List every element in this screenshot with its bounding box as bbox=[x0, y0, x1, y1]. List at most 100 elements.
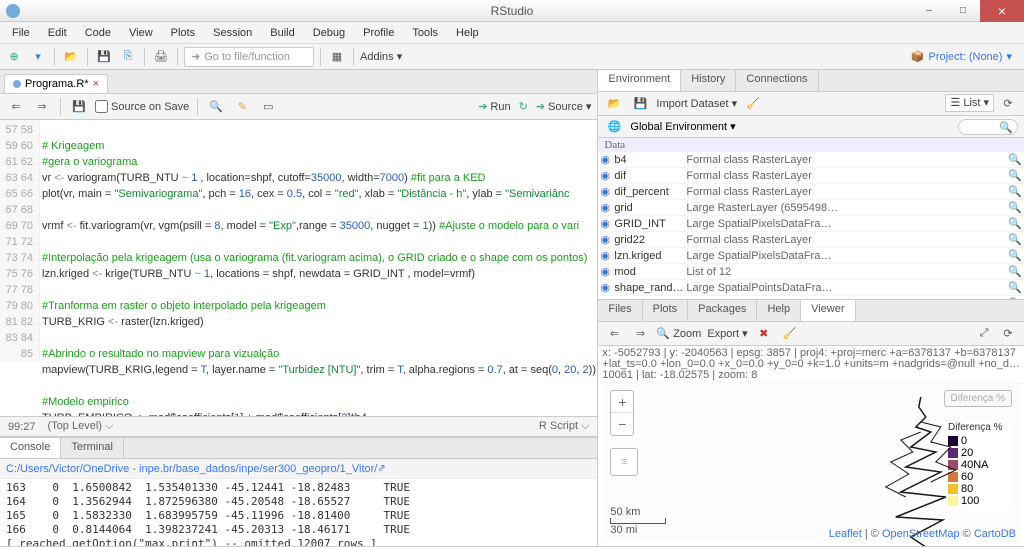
load-workspace-icon[interactable]: 📂 bbox=[604, 94, 624, 114]
close-button[interactable]: × bbox=[980, 0, 1024, 22]
env-view-mode[interactable]: ☰ List ▾ bbox=[945, 94, 994, 112]
menu-tools[interactable]: Tools bbox=[404, 25, 446, 41]
wand-icon[interactable]: ✎ bbox=[232, 97, 252, 117]
inspect-icon[interactable]: 🔍 bbox=[1008, 249, 1022, 262]
menu-code[interactable]: Code bbox=[77, 25, 119, 41]
viewer-tab-packages[interactable]: Packages bbox=[688, 300, 757, 321]
env-tab-connections[interactable]: Connections bbox=[736, 70, 818, 91]
expand-icon[interactable]: ◉ bbox=[600, 297, 614, 299]
inspect-icon[interactable]: 🔍 bbox=[1008, 233, 1022, 246]
clear-env-icon[interactable]: 🧹 bbox=[743, 94, 763, 114]
new-file-icon[interactable]: ⊕ bbox=[4, 47, 24, 67]
expand-icon[interactable]: ◉ bbox=[600, 281, 614, 294]
env-tab-environment[interactable]: Environment bbox=[598, 70, 681, 91]
addins-menu[interactable]: Addins ▾ bbox=[360, 50, 402, 63]
viewer-tab-files[interactable]: Files bbox=[598, 300, 642, 321]
open-file-icon[interactable]: 📂 bbox=[61, 47, 81, 67]
viewer-forward-icon[interactable]: ⇒ bbox=[630, 324, 650, 344]
menu-help[interactable]: Help bbox=[448, 25, 487, 41]
source-button[interactable]: ➔Source ▾ bbox=[536, 100, 592, 113]
inspect-icon[interactable]: 🔍 bbox=[1008, 265, 1022, 278]
map-canvas[interactable]: + − ≡ Diferença % Diferença % 02040NA608… bbox=[602, 382, 1020, 542]
menu-build[interactable]: Build bbox=[262, 25, 302, 41]
scope-selector[interactable]: (Top Level) ⌵ bbox=[48, 420, 114, 433]
menu-plots[interactable]: Plots bbox=[163, 25, 203, 41]
menu-view[interactable]: View bbox=[121, 25, 161, 41]
env-row[interactable]: ◉b4Formal class RasterLayer🔍 bbox=[598, 152, 1024, 168]
env-row[interactable]: ◉shpFormal class SpatialPoints…🔍 bbox=[598, 296, 1024, 299]
env-scope-select[interactable]: Global Environment ▾ bbox=[630, 120, 735, 133]
env-row[interactable]: ◉dif_percentFormal class RasterLayer🔍 bbox=[598, 184, 1024, 200]
env-list[interactable]: Data ◉b4Formal class RasterLayer🔍◉difFor… bbox=[598, 138, 1024, 299]
minimize-button[interactable]: – bbox=[912, 0, 946, 22]
viewer-back-icon[interactable]: ⇐ bbox=[604, 324, 624, 344]
map-layers-button[interactable]: ≡ bbox=[610, 448, 638, 476]
remove-viewer-icon[interactable]: ✖ bbox=[754, 324, 774, 344]
expand-icon[interactable]: ◉ bbox=[600, 217, 614, 230]
new-project-icon[interactable]: ▾ bbox=[28, 47, 48, 67]
language-indicator[interactable]: R Script ⌵ bbox=[539, 420, 590, 433]
forward-icon[interactable]: ⇒ bbox=[32, 97, 52, 117]
env-row[interactable]: ◉GRID_INTLarge SpatialPixelsDataFra…🔍 bbox=[598, 216, 1024, 232]
maximize-button[interactable]: □ bbox=[946, 0, 980, 22]
goto-file-input[interactable]: ➜Go to file/function bbox=[184, 47, 314, 67]
source-on-save-checkbox[interactable]: Source on Save bbox=[95, 100, 189, 113]
inspect-icon[interactable]: 🔍 bbox=[1008, 281, 1022, 294]
menu-debug[interactable]: Debug bbox=[305, 25, 353, 41]
menu-edit[interactable]: Edit bbox=[40, 25, 75, 41]
viewer-tab-help[interactable]: Help bbox=[757, 300, 801, 321]
grid-icon[interactable]: ▦ bbox=[327, 47, 347, 67]
env-row[interactable]: ◉gridLarge RasterLayer (6595498…🔍 bbox=[598, 200, 1024, 216]
env-row[interactable]: ◉difFormal class RasterLayer🔍 bbox=[598, 168, 1024, 184]
console-output[interactable]: 163 0 1.6500842 1.535401330 -45.12441 -1… bbox=[0, 479, 597, 546]
inspect-icon[interactable]: 🔍 bbox=[1008, 217, 1022, 230]
menu-session[interactable]: Session bbox=[205, 25, 260, 41]
expand-icon[interactable]: ◉ bbox=[600, 233, 614, 246]
refresh-env-icon[interactable]: ⟳ bbox=[998, 94, 1018, 114]
console-tab-terminal[interactable]: Terminal bbox=[61, 438, 124, 458]
viewer-tab-plots[interactable]: Plots bbox=[643, 300, 688, 321]
menu-file[interactable]: File bbox=[4, 25, 38, 41]
compile-icon[interactable]: ▭ bbox=[258, 97, 278, 117]
env-search-input[interactable]: 🔍 bbox=[958, 119, 1018, 135]
expand-icon[interactable]: ◉ bbox=[600, 169, 614, 182]
run-button[interactable]: ➔Run bbox=[478, 100, 510, 113]
console-tab-console[interactable]: Console bbox=[0, 438, 61, 458]
expand-icon[interactable]: ◉ bbox=[600, 265, 614, 278]
expand-icon[interactable]: ◉ bbox=[600, 153, 614, 166]
close-tab-icon[interactable]: × bbox=[93, 78, 99, 90]
env-row[interactable]: ◉shape_rand…Large SpatialPointsDataFra…🔍 bbox=[598, 280, 1024, 296]
inspect-icon[interactable]: 🔍 bbox=[1008, 169, 1022, 182]
env-tab-history[interactable]: History bbox=[681, 70, 736, 91]
export-menu[interactable]: Export ▾ bbox=[707, 327, 747, 340]
source-tab[interactable]: Programa.R* × bbox=[4, 74, 108, 93]
rerun-button[interactable]: ↻ bbox=[519, 100, 528, 113]
zoom-button[interactable]: 🔍 Zoom bbox=[656, 327, 701, 340]
env-row[interactable]: ◉lzn.krigedLarge SpatialPixelsDataFra…🔍 bbox=[598, 248, 1024, 264]
save-icon[interactable]: 💾 bbox=[94, 47, 114, 67]
inspect-icon[interactable]: 🔍 bbox=[1008, 201, 1022, 214]
project-menu[interactable]: 📦Project: (None) ▾ bbox=[911, 50, 1020, 63]
code-editor[interactable]: 57 58 59 60 61 62 63 64 65 66 67 68 69 7… bbox=[0, 120, 597, 416]
env-row[interactable]: ◉modList of 12🔍 bbox=[598, 264, 1024, 280]
expand-icon[interactable]: ◉ bbox=[600, 201, 614, 214]
save-all-icon[interactable]: ⎘ bbox=[118, 47, 138, 67]
find-icon[interactable]: 🔍 bbox=[206, 97, 226, 117]
inspect-icon[interactable]: 🔍 bbox=[1008, 185, 1022, 198]
env-row[interactable]: ◉grid22Formal class RasterLayer🔍 bbox=[598, 232, 1024, 248]
inspect-icon[interactable]: 🔍 bbox=[1008, 297, 1022, 299]
save-source-icon[interactable]: 💾 bbox=[69, 97, 89, 117]
import-dataset-menu[interactable]: Import Dataset ▾ bbox=[656, 97, 737, 110]
popup-icon[interactable]: ⤢ bbox=[974, 324, 994, 344]
expand-icon[interactable]: ◉ bbox=[600, 185, 614, 198]
expand-icon[interactable]: ◉ bbox=[600, 249, 614, 262]
inspect-icon[interactable]: 🔍 bbox=[1008, 153, 1022, 166]
refresh-viewer-icon[interactable]: ⟳ bbox=[998, 324, 1018, 344]
viewer-tab-viewer[interactable]: Viewer bbox=[801, 300, 855, 321]
save-workspace-icon[interactable]: 💾 bbox=[630, 94, 650, 114]
zoom-out-button[interactable]: − bbox=[611, 413, 633, 435]
clear-viewer-icon[interactable]: 🧹 bbox=[780, 324, 800, 344]
zoom-in-button[interactable]: + bbox=[611, 391, 633, 413]
console-working-dir[interactable]: C:/Users/Victor/OneDrive - inpe.br/base_… bbox=[0, 459, 597, 479]
print-icon[interactable]: 🖨 bbox=[151, 47, 171, 67]
